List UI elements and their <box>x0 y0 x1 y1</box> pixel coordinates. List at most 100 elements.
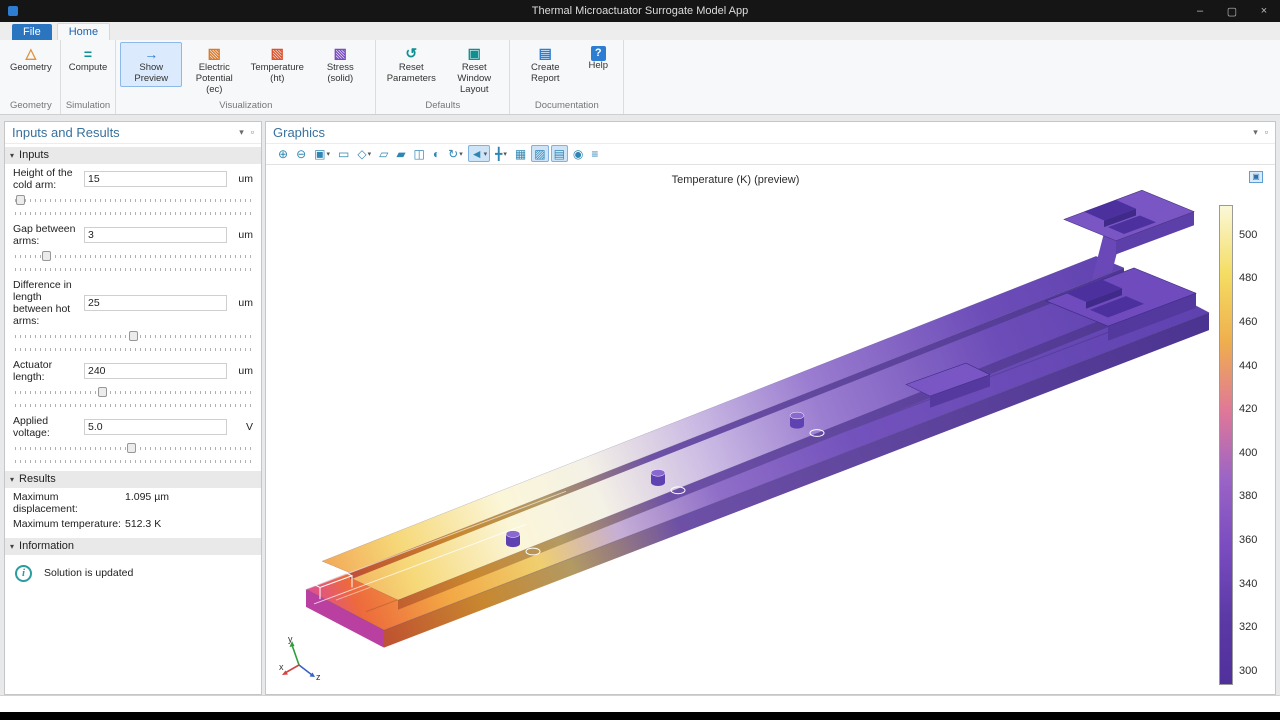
zoom-out-icon[interactable]: ⊖ <box>293 145 309 162</box>
color-legend-bar <box>1219 205 1233 685</box>
field-slider-difference-in-length-between-hot-arms[interactable] <box>15 330 251 354</box>
print-icon[interactable]: ≡ <box>588 145 601 162</box>
reset-window-layout-icon: ▣ <box>468 44 481 63</box>
field-label: Applied voltage: <box>13 415 84 439</box>
transparency-glyph: ▨ <box>534 147 545 161</box>
chevron-down-icon: ▾ <box>10 151 14 160</box>
ribbon-button-label: Compute <box>69 63 108 74</box>
slider-thumb[interactable] <box>98 387 107 397</box>
colorbar-tick: 420 <box>1239 403 1257 415</box>
zoom-extents-dropdown[interactable]: ▾ <box>326 150 330 158</box>
pin-icon[interactable]: ▫ <box>251 127 254 137</box>
select-mode-glyph: ◄ <box>471 147 483 161</box>
ribbon-button-help[interactable]: ?Help <box>577 42 619 74</box>
transparency-icon[interactable]: ▨ <box>531 145 548 162</box>
rotate-view-glyph: ↻ <box>448 147 458 161</box>
stress-icon: ▧ <box>334 44 347 63</box>
axis-label-y: y <box>288 634 293 644</box>
image-snapshot-icon[interactable]: ◉ <box>570 145 586 162</box>
field-input-difference-in-length-between-hot-arms[interactable] <box>84 295 227 311</box>
section-results-header[interactable]: ▾ Results <box>5 471 261 488</box>
select-mode-icon[interactable]: ◄▾ <box>468 145 490 162</box>
ribbon-button-geometry[interactable]: △Geometry <box>6 42 56 76</box>
result-label: Maximum temperature: <box>13 518 125 530</box>
pin-icon[interactable]: ▫ <box>1265 127 1268 137</box>
field-input-gap-between-arms[interactable] <box>84 227 227 243</box>
ribbon-button-create-report[interactable]: ▤Create Report <box>514 42 576 87</box>
zoom-in-glyph: ⊕ <box>278 147 288 161</box>
section-information-header[interactable]: ▾ Information <box>5 538 261 555</box>
show-grid-icon[interactable]: ▦ <box>512 145 529 162</box>
ribbon-button-electric-potential-ec[interactable]: ▧Electric Potential (ec) <box>183 42 245 98</box>
result-value: 1.095 µm <box>125 491 169 515</box>
slider-thumb[interactable] <box>42 251 51 261</box>
field-slider-applied-voltage[interactable] <box>15 442 251 466</box>
slider-thumb[interactable] <box>127 443 136 453</box>
title-bar: Thermal Microactuator Surrogate Model Ap… <box>0 0 1280 22</box>
solution-status-text: Solution is updated <box>44 567 133 579</box>
ribbon-button-compute[interactable]: =Compute <box>65 42 112 76</box>
minimize-button[interactable]: – <box>1184 5 1216 18</box>
field-slider-actuator-length[interactable] <box>15 386 251 410</box>
tab-file[interactable]: File <box>12 24 52 40</box>
go-to-default-view-icon[interactable]: ◇▾ <box>354 145 374 162</box>
panel-menu-chevron-icon[interactable]: ▾ <box>239 127 244 138</box>
zoom-extents-glyph: ▣ <box>314 147 325 161</box>
field-slider-gap-between-arms[interactable] <box>15 250 251 274</box>
view-along-y-icon[interactable]: ▰ <box>393 145 408 162</box>
view-along-x-icon[interactable]: ▱ <box>376 145 391 162</box>
slider-thumb[interactable] <box>129 331 138 341</box>
scene-light-icon[interactable]: ◐ <box>430 145 443 162</box>
zoom-box-icon[interactable]: ▭ <box>335 145 352 162</box>
rotate-view-icon[interactable]: ↻▾ <box>445 145 466 162</box>
info-icon: i <box>15 565 32 582</box>
colorbar-tick: 380 <box>1239 490 1257 502</box>
colorbar-tick: 460 <box>1239 316 1257 328</box>
create-report-icon: ▤ <box>539 44 552 63</box>
colorbar-tick: 320 <box>1239 621 1257 633</box>
ribbon-button-reset-window-layout[interactable]: ▣Reset Window Layout <box>443 42 505 98</box>
cold-arm-top-face <box>352 274 1164 600</box>
colorbar-tick: 300 <box>1239 665 1257 677</box>
ribbon-button-label: Reset Window Layout <box>447 63 501 96</box>
inputs-and-results-panel: Inputs and Results ▾ ▫ ▾ Inputs Height o… <box>4 121 262 695</box>
field-unit: um <box>227 297 253 309</box>
ribbon-button-label: Help <box>589 61 609 72</box>
panel-menu-chevron-icon[interactable]: ▾ <box>1253 127 1258 138</box>
left-panel-header: Inputs and Results ▾ ▫ <box>5 122 261 144</box>
zoom-extents-icon[interactable]: ▣▾ <box>311 145 333 162</box>
slider-thumb[interactable] <box>16 195 25 205</box>
legend-toggle-icon[interactable]: ▣ <box>1249 171 1263 183</box>
zoom-in-icon[interactable]: ⊕ <box>275 145 291 162</box>
ribbon-button-label: Stress (solid) <box>313 63 367 85</box>
field-unit: V <box>227 421 253 433</box>
wireframe-rendering-icon[interactable]: ▤ <box>551 145 568 162</box>
status-bar <box>0 695 1280 712</box>
section-inputs-header[interactable]: ▾ Inputs <box>5 147 261 164</box>
app-window: Thermal Microactuator Surrogate Model Ap… <box>0 0 1280 712</box>
result-label: Maximum displacement: <box>13 491 125 515</box>
view-along-z-icon[interactable]: ◫ <box>411 145 428 162</box>
actuator-3d-view[interactable] <box>266 165 1275 694</box>
close-button[interactable]: × <box>1248 5 1280 18</box>
ribbon-group-label-visualization: Visualization <box>120 98 371 112</box>
select-mode-dropdown[interactable]: ▾ <box>484 150 488 158</box>
go-to-default-view-dropdown[interactable]: ▾ <box>368 150 372 158</box>
ribbon-button-temperature-ht[interactable]: ▧Temperature (ht) <box>246 42 308 87</box>
window-title: Thermal Microactuator Surrogate Model Ap… <box>0 5 1280 17</box>
maximize-button[interactable]: ▢ <box>1216 5 1248 18</box>
rotate-view-dropdown[interactable]: ▾ <box>459 150 463 158</box>
graphics-canvas[interactable]: Temperature (K) (preview) <box>266 165 1275 694</box>
ribbon-button-reset-parameters[interactable]: ↺Reset Parameters <box>380 42 442 87</box>
tab-home[interactable]: Home <box>57 23 110 40</box>
field-input-height-of-the-cold-arm[interactable] <box>84 171 227 187</box>
field-input-applied-voltage[interactable] <box>84 419 227 435</box>
axis-label-x: x <box>279 662 284 672</box>
pan-mode-icon[interactable]: ╋▾ <box>492 145 510 162</box>
field-input-actuator-length[interactable] <box>84 363 227 379</box>
information-row: i Solution is updated <box>5 555 261 592</box>
pan-mode-dropdown[interactable]: ▾ <box>503 150 507 158</box>
ribbon-button-stress-solid[interactable]: ▧Stress (solid) <box>309 42 371 87</box>
field-slider-height-of-the-cold-arm[interactable] <box>15 194 251 218</box>
ribbon-button-show-preview[interactable]: →Show Preview <box>120 42 182 87</box>
